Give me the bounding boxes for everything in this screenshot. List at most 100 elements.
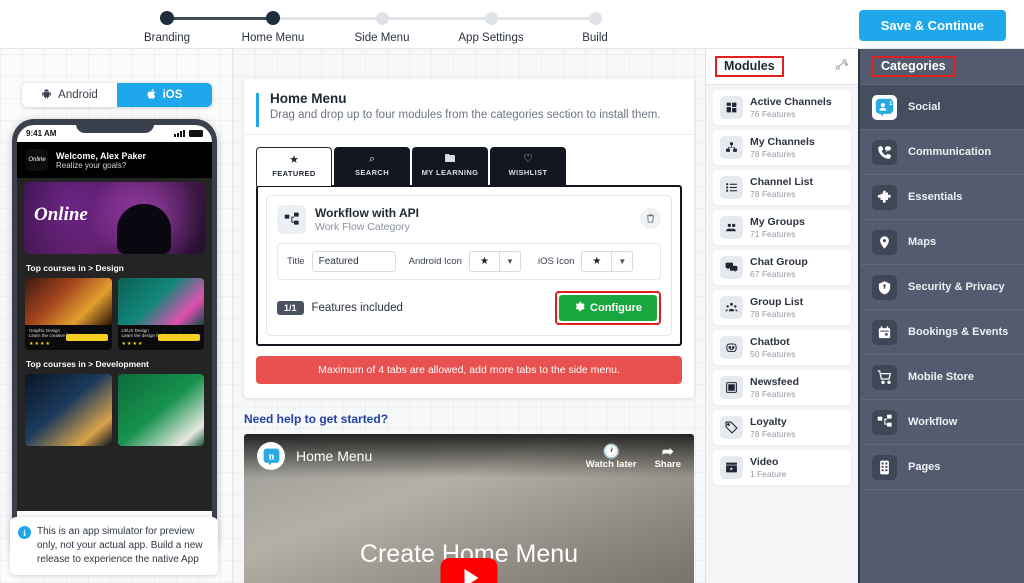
step-label-home-menu: Home Menu — [218, 32, 328, 44]
category-item-social[interactable]: 1 Social — [860, 85, 1024, 130]
step-dot-side-menu — [375, 12, 389, 25]
title-input[interactable] — [311, 251, 396, 272]
step-app-settings[interactable]: App Settings — [436, 8, 546, 44]
ios-icon-select[interactable]: ★ ▼ — [581, 251, 634, 272]
modules-title: Modules — [715, 56, 784, 77]
top-bar: Branding Home Menu Side Menu App Setting… — [0, 0, 1024, 49]
configure-button[interactable]: Configure — [559, 295, 657, 321]
category-item-workflow[interactable]: Workflow — [860, 400, 1024, 445]
module-fields: Title Android Icon ★ ▼ iOS Icon ★ ▼ — [277, 243, 661, 280]
module-item-name: Newsfeed — [750, 376, 800, 388]
category-item-bookings-events[interactable]: Bookings & Events — [860, 310, 1024, 355]
module-card-header: Workflow with API Work Flow Category — [277, 205, 661, 234]
chevron-down-icon[interactable]: ▼ — [498, 251, 521, 272]
tab-search[interactable]: ⌕ SEARCH — [334, 147, 410, 186]
course-rating: ★★★★ — [121, 341, 144, 347]
signal-icon — [174, 129, 185, 138]
channel-avatar-icon: n — [257, 442, 285, 470]
category-item-mobile-store[interactable]: Mobile Store — [860, 355, 1024, 400]
film-icon — [720, 456, 743, 479]
video-actions: 🕐 Watch later ➦ Share — [586, 443, 681, 470]
categories-panel: Categories 1 Social Communication Essent… — [860, 49, 1024, 583]
step-branding[interactable]: Branding — [112, 8, 222, 44]
category-label: Essentials — [908, 191, 963, 203]
step-home-menu[interactable]: Home Menu — [218, 8, 328, 44]
course-card[interactable] — [117, 374, 204, 446]
features-included-label: Features included — [311, 302, 403, 314]
module-list-item[interactable]: Active Channels 76 Features — [713, 90, 851, 125]
os-toggle-ios-label: iOS — [162, 89, 183, 101]
svg-text:1: 1 — [889, 101, 892, 107]
org-chart-icon — [720, 136, 743, 159]
share-button[interactable]: ➦ Share — [655, 443, 681, 470]
tab-label: SEARCH — [354, 168, 390, 177]
module-list-item[interactable]: Newsfeed 78 Features — [713, 370, 851, 405]
module-item-count: 76 Features — [750, 109, 796, 119]
watch-later-button[interactable]: 🕐 Watch later — [586, 443, 637, 470]
video-player[interactable]: n Home Menu 🕐 Watch later ➦ Share Create… — [244, 434, 694, 583]
grid-icon — [720, 96, 743, 119]
course-card[interactable]: Graphic Design Learn the creative fundam… — [25, 278, 112, 350]
tab-wishlist[interactable]: ♡ WISHLIST — [490, 147, 566, 186]
max-tabs-warning: Maximum of 4 tabs are allowed, add more … — [256, 356, 682, 384]
tab-label: MY LEARNING — [421, 168, 479, 177]
category-item-security-privacy[interactable]: Security & Privacy — [860, 265, 1024, 310]
module-list-item[interactable]: Channel List 78 Features — [713, 170, 851, 205]
module-list-item[interactable]: Loyalty 78 Features — [713, 410, 851, 445]
os-toggle[interactable]: Android iOS — [22, 83, 212, 107]
tab-featured[interactable]: ★ FEATURED — [256, 147, 332, 186]
android-icon-select[interactable]: ★ ▼ — [468, 251, 521, 272]
module-list-item[interactable]: Group List 78 Features — [713, 290, 851, 325]
help-link[interactable]: Need help to get started? — [244, 412, 705, 426]
trash-icon[interactable] — [640, 208, 661, 229]
module-list-item[interactable]: My Channels 78 Features — [713, 130, 851, 165]
play-button[interactable] — [440, 558, 498, 583]
module-item-name: Video — [750, 456, 779, 468]
category-item-communication[interactable]: Communication — [860, 130, 1024, 175]
module-list-item[interactable]: Chat Group 67 Features — [713, 250, 851, 285]
os-toggle-android[interactable]: Android — [22, 83, 117, 107]
video-top-bar: n Home Menu 🕐 Watch later ➦ Share — [244, 434, 694, 478]
os-toggle-ios[interactable]: iOS — [117, 83, 212, 107]
social-icon: 1 — [872, 94, 897, 120]
save-and-continue-button[interactable]: Save & Continue — [858, 10, 1006, 41]
module-item-name: Chatbot — [750, 336, 790, 348]
share-label: Share — [654, 458, 681, 470]
course-card[interactable] — [25, 374, 112, 446]
module-card-footer: 1/1 Features included Configure — [277, 291, 661, 325]
share-icon: ➦ — [661, 442, 674, 459]
tab-my-learning[interactable]: 🖿 MY LEARNING — [412, 147, 488, 186]
module-item-count: 1 Feature — [750, 469, 787, 479]
gear-icon — [574, 301, 585, 315]
module-item-count: 78 Features — [750, 429, 796, 439]
tab-label: FEATURED — [272, 169, 316, 178]
category-item-essentials[interactable]: Essentials — [860, 175, 1024, 220]
category-label: Bookings & Events — [908, 326, 1009, 338]
apple-icon — [147, 88, 157, 103]
step-label-app-settings: App Settings — [458, 32, 524, 44]
step-dot-home-menu — [266, 11, 280, 25]
tag-icon — [720, 416, 743, 439]
ios-icon-value: ★ — [581, 251, 612, 272]
step-build[interactable]: Build — [540, 8, 650, 44]
modules-list[interactable]: Active Channels 76 Features My Channels 78… — [706, 85, 858, 583]
panel-body: ★ FEATURED ⌕ SEARCH 🖿 MY LEARNING ♡ WISH… — [244, 135, 694, 398]
category-item-maps[interactable]: Maps — [860, 220, 1024, 265]
module-item-count: 67 Features — [750, 269, 796, 279]
step-side-menu[interactable]: Side Menu — [327, 8, 437, 44]
module-list-item[interactable]: Video 1 Feature — [713, 450, 851, 485]
simulator-notice-text: This is an app simulator for preview onl… — [37, 526, 203, 565]
course-image — [25, 374, 112, 446]
main-content: Home Menu Drag and drop up to four modul… — [233, 49, 705, 583]
modules-header: Modules — [706, 49, 858, 85]
category-item-pages[interactable]: Pages — [860, 445, 1024, 490]
chevron-down-icon[interactable]: ▼ — [611, 251, 634, 272]
course-rating: ★★★★ — [29, 341, 51, 347]
course-card[interactable]: UI/UX Design Learn the design fundamenta… — [117, 278, 204, 350]
phone-chat-icon — [872, 139, 897, 165]
briefcase-icon: 🖿 — [444, 153, 456, 165]
connector-icon[interactable] — [834, 57, 849, 77]
module-list-item[interactable]: Chatbot 50 Features — [713, 330, 851, 365]
hero-figure — [117, 204, 171, 254]
module-list-item[interactable]: My Groups 71 Features — [713, 210, 851, 245]
